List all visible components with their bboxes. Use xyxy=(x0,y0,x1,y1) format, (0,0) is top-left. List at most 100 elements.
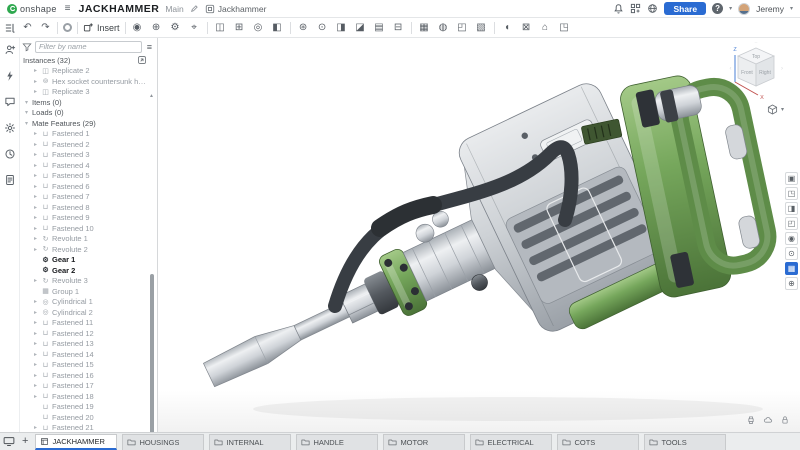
tree-row[interactable]: ▸⊔Fastened 6 xyxy=(20,181,149,192)
expander-icon[interactable]: ▸ xyxy=(32,78,39,85)
tab-manager-icon[interactable] xyxy=(3,435,15,447)
tree-row[interactable]: ▸⊚Hex socket countersunk head screw M... xyxy=(20,76,149,87)
section-view-icon[interactable]: ◪ xyxy=(354,23,367,33)
tab-internal[interactable]: INTERNAL xyxy=(209,434,291,450)
tab-motor[interactable]: MOTOR xyxy=(383,434,465,450)
tab-jackhammer[interactable]: JACKHAMMER xyxy=(35,434,117,450)
tree-row[interactable]: ⊔Fastened 19 xyxy=(20,402,149,413)
workspace-label[interactable]: Main xyxy=(165,4,183,14)
expander-icon[interactable]: ▸ xyxy=(32,382,39,389)
document-tab-chip[interactable]: Jackhammer xyxy=(205,4,267,14)
user-avatar[interactable] xyxy=(738,3,750,15)
expander-icon[interactable]: ▸ xyxy=(32,214,39,221)
tree-row[interactable]: ▸◎Cylindrical 2 xyxy=(20,307,149,318)
print-icon[interactable]: ⌂ xyxy=(539,23,552,33)
named-positions-icon[interactable]: ⊙ xyxy=(316,23,329,33)
expander-icon[interactable]: ▸ xyxy=(32,277,39,284)
tree-row[interactable]: ▸⊔Fastened 11 xyxy=(20,318,149,329)
undo-icon[interactable]: ↶ xyxy=(21,23,34,33)
appearance-icon[interactable]: ◍ xyxy=(437,23,450,33)
shortcuts-icon[interactable] xyxy=(4,69,16,87)
zoom-window-icon[interactable]: ▦ xyxy=(785,262,798,275)
expander-icon[interactable]: ▸ xyxy=(32,298,39,305)
language-globe-icon[interactable] xyxy=(647,3,658,14)
display-states-icon[interactable]: ◨ xyxy=(335,23,348,33)
render-mode-icon[interactable]: ▣ xyxy=(785,172,798,185)
properties-icon[interactable] xyxy=(4,173,16,191)
bom-icon[interactable]: ▤ xyxy=(373,23,386,33)
expander-icon[interactable]: ▸ xyxy=(32,183,39,190)
replicate-icon[interactable]: ◫ xyxy=(214,23,227,33)
redo-icon[interactable]: ↷ xyxy=(39,23,52,33)
expander-icon[interactable]: ▸ xyxy=(32,372,39,379)
zoom-fit-icon[interactable]: ⊕ xyxy=(785,277,798,290)
tree-row[interactable]: ▸↻Revolute 3 xyxy=(20,276,149,287)
insert-button[interactable]: Insert xyxy=(83,22,120,33)
user-name[interactable]: Jeremy xyxy=(756,4,784,14)
tree-row[interactable]: ▸◎Cylindrical 1 xyxy=(20,297,149,308)
tab-electrical[interactable]: ELECTRICAL xyxy=(470,434,552,450)
export-icon[interactable]: ⊠ xyxy=(520,23,533,33)
jackhammer-model[interactable] xyxy=(158,38,800,432)
tab-tools[interactable]: TOOLS xyxy=(644,434,726,450)
versions-grid-icon[interactable] xyxy=(630,3,641,14)
expander-icon[interactable]: ▾ xyxy=(23,109,30,116)
expander-icon[interactable]: ▾ xyxy=(23,120,30,127)
expander-icon[interactable]: ▸ xyxy=(32,204,39,211)
tree-row[interactable]: ▸⊔Fastened 5 xyxy=(20,171,149,182)
tree-row[interactable]: ▸⊔Fastened 16 xyxy=(20,370,149,381)
mate-icon[interactable]: ◉ xyxy=(131,23,144,33)
tree-row[interactable]: ▸⊔Fastened 9 xyxy=(20,213,149,224)
tree-row[interactable]: ▸⊔Fastened 14 xyxy=(20,349,149,360)
tree-row[interactable]: ▸◫Replicate 3 xyxy=(20,87,149,98)
tree-row[interactable]: ▸◫Replicate 2 xyxy=(20,66,149,77)
notifications-bell-icon[interactable] xyxy=(613,3,624,14)
tree-row[interactable]: ▸⊔Fastened 10 xyxy=(20,223,149,234)
hide-others-icon[interactable]: ◨ xyxy=(785,202,798,215)
expander-icon[interactable]: ▸ xyxy=(32,67,39,74)
expander-icon[interactable]: ▾ xyxy=(23,99,30,106)
tree-row[interactable]: ▸⊔Fastened 8 xyxy=(20,202,149,213)
expander-icon[interactable]: ▸ xyxy=(32,151,39,158)
tree-row[interactable]: ▸⊔Fastened 18 xyxy=(20,391,149,402)
configurations-icon[interactable] xyxy=(4,121,16,139)
extensions-icon[interactable]: ◳ xyxy=(558,23,571,33)
tree-row[interactable]: ▾Loads (0) xyxy=(20,108,149,119)
expander-icon[interactable]: ▸ xyxy=(32,130,39,137)
tab-housings[interactable]: HOUSINGS xyxy=(122,434,204,450)
tree-row[interactable]: ⊔Fastened 20 xyxy=(20,412,149,423)
tree-row[interactable]: ▸⊔Fastened 15 xyxy=(20,360,149,371)
expander-icon[interactable]: ▸ xyxy=(32,225,39,232)
mate-relation-icon[interactable]: ⚙ xyxy=(169,23,182,33)
view-cube[interactable]: Top Front Right Z X ⌃›‹ xyxy=(728,42,788,104)
tab-cots[interactable]: COTS xyxy=(557,434,639,450)
follow-mode-icon[interactable] xyxy=(4,43,16,61)
edit-in-context-icon[interactable] xyxy=(63,23,72,32)
expander-icon[interactable]: ▸ xyxy=(32,88,39,95)
interference-icon[interactable]: ▦ xyxy=(418,23,431,33)
expander-icon[interactable]: ▸ xyxy=(32,162,39,169)
tree-row[interactable]: ▸⊔Fastened 7 xyxy=(20,192,149,203)
main-menu-icon[interactable]: ≡ xyxy=(65,3,71,14)
section-view-icon[interactable]: ◰ xyxy=(785,217,798,230)
tree-row[interactable]: ▸⊔Fastened 12 xyxy=(20,328,149,339)
tree-row[interactable]: ⚙Gear 1 xyxy=(20,255,149,266)
add-tab-button[interactable]: + xyxy=(20,436,30,447)
expander-icon[interactable]: ▸ xyxy=(32,246,39,253)
comment-tool-icon[interactable]: ◖ xyxy=(501,23,514,33)
expander-icon[interactable]: ▸ xyxy=(32,235,39,242)
tree-row[interactable]: ⚙Gear 2 xyxy=(20,265,149,276)
filter-funnel-icon[interactable] xyxy=(22,42,32,52)
share-button[interactable]: Share xyxy=(664,2,706,15)
tree-row[interactable]: ▸⊔Fastened 3 xyxy=(20,150,149,161)
expander-icon[interactable]: ▸ xyxy=(32,393,39,400)
circular-pattern-icon[interactable]: ◎ xyxy=(252,23,265,33)
tree-row[interactable]: ▾Mate Features (29) xyxy=(20,118,149,129)
edit-in-context-icon[interactable]: ◳ xyxy=(785,187,798,200)
expander-icon[interactable]: ▸ xyxy=(32,424,39,431)
filter-options-icon[interactable]: ≡ xyxy=(147,42,152,52)
tree-scrollbar[interactable]: ▲ ▼ xyxy=(148,94,155,429)
expander-icon[interactable]: ▸ xyxy=(32,309,39,316)
configurations-icon[interactable]: ◰ xyxy=(456,23,469,33)
scrollbar-thumb[interactable] xyxy=(150,274,154,450)
